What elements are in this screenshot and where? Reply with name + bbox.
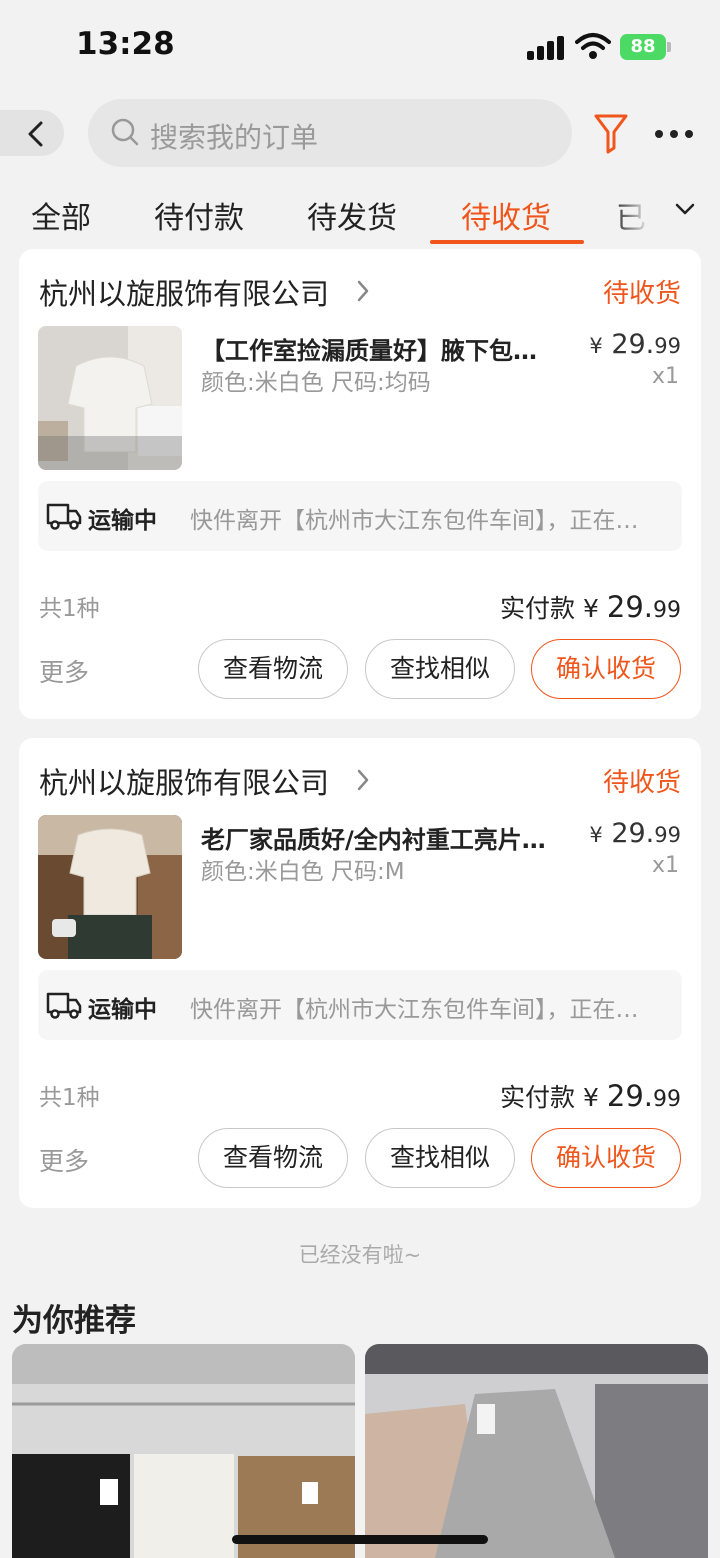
product-title[interactable]: 老厂家品质好/全内衬重工亮片… [201,820,561,855]
end-of-list-text: 已经没有啦~ [298,1243,422,1267]
shop-name[interactable]: 杭州以旋服饰有限公司 [39,271,329,313]
back-arrow-icon [28,121,43,147]
product-image[interactable] [38,815,182,959]
product-price: ¥ 29.99 [589,329,681,360]
product-quantity: x1 [651,853,679,878]
filter-icon[interactable] [593,112,629,154]
product-spec: 颜色:米白色 尺码:M [201,859,405,885]
order-tabs: 全部 待付款 待发货 待收货 已l [0,185,720,245]
wifi-icon [575,32,611,60]
item-count: 共1种 [39,596,100,622]
order-status: 待收货 [602,768,681,798]
paid-amount: 实付款 ¥ 29.99 [500,590,681,624]
recommend-image [365,1344,708,1558]
recommend-image [12,1344,355,1558]
active-tab-indicator [430,240,584,244]
product-quantity: x1 [651,364,679,389]
view-logistics-button[interactable]: 查看物流 [198,1128,348,1188]
status-bar: 13:28 88 [0,0,720,90]
tab-all[interactable]: 全部 [31,193,91,237]
truck-icon [46,992,82,1019]
logistics-text: 快件离开【杭州市大江东包件车间】，正在… [190,997,639,1023]
chevron-right-icon[interactable] [356,769,370,791]
tab-pending-receipt[interactable]: 待收货 [461,193,551,237]
paid-amount: 实付款 ¥ 29.99 [500,1079,681,1113]
shop-name[interactable]: 杭州以旋服饰有限公司 [39,760,329,802]
logistics-label: 运输中 [88,997,157,1023]
logistics-status[interactable]: 运输中 快件离开【杭州市大江东包件车间】，正在… [38,481,682,551]
item-count: 共1种 [39,1085,100,1111]
product-title[interactable]: 【工作室捡漏质量好】腋下包… [201,331,561,366]
order-card[interactable]: 杭州以旋服饰有限公司 待收货 老厂家品质好/全内衬重工亮片… 颜色:米白色 尺码… [19,738,701,1208]
chevron-right-icon[interactable] [356,280,370,302]
battery-level: 88 [620,34,666,60]
search-input[interactable]: 搜索我的订单 [88,99,572,167]
logistics-label: 运输中 [88,508,157,534]
chevron-down-icon[interactable] [673,200,697,218]
find-similar-button[interactable]: 查找相似 [365,639,515,699]
product-image[interactable] [38,326,182,470]
more-link[interactable]: 更多 [39,1142,89,1178]
find-similar-button[interactable]: 查找相似 [365,1128,515,1188]
logistics-status[interactable]: 运输中 快件离开【杭州市大江东包件车间】，正在… [38,970,682,1040]
recommend-title: 为你推荐 [12,1303,136,1339]
home-indicator [232,1535,488,1544]
logistics-text: 快件离开【杭州市大江东包件车间】，正在… [190,508,639,534]
recommend-item[interactable] [365,1344,708,1558]
product-spec: 颜色:米白色 尺码:均码 [201,370,431,396]
order-status: 待收货 [602,279,681,309]
order-card[interactable]: 杭州以旋服饰有限公司 待收货 【工作室捡漏质量好】腋下包… 颜色:米白色 尺码:… [19,249,701,719]
tab-pending-shipment[interactable]: 待发货 [307,193,397,237]
battery-icon: 88 [620,34,672,60]
search-placeholder: 搜索我的订单 [150,121,319,154]
confirm-receipt-button[interactable]: 确认收货 [531,1128,681,1188]
search-icon [111,118,139,146]
cellular-signal-icon [527,36,565,60]
truck-icon [46,503,82,530]
recommend-item[interactable] [12,1344,355,1558]
confirm-receipt-button[interactable]: 确认收货 [531,639,681,699]
view-logistics-button[interactable]: 查看物流 [198,639,348,699]
tab-pending-payment[interactable]: 待付款 [154,193,244,237]
more-dots-icon[interactable] [655,130,693,138]
back-button[interactable] [0,110,64,156]
more-link[interactable]: 更多 [39,653,89,689]
status-time: 13:28 [76,26,175,62]
product-price: ¥ 29.99 [589,818,681,849]
